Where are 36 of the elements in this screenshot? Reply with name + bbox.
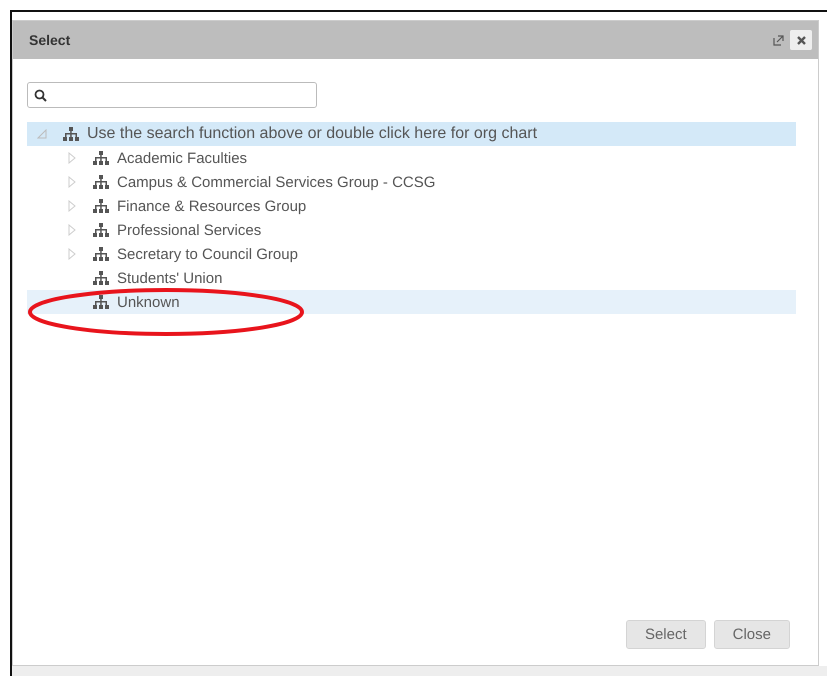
- tree-label: Use the search function above or double click here for org chart: [87, 125, 538, 143]
- tree-label: Campus & Commercial Services Group - CCSG: [117, 174, 436, 190]
- tree-label: Students' Union: [117, 270, 222, 286]
- tree-node[interactable]: Students' Union: [27, 266, 796, 290]
- tree-label: Finance & Resources Group: [117, 198, 306, 214]
- expand-icon[interactable]: [67, 200, 77, 212]
- org-chart-icon: [93, 223, 109, 237]
- select-button[interactable]: Select: [626, 620, 706, 649]
- close-button[interactable]: Close: [714, 620, 790, 649]
- tree-node[interactable]: Campus & Commercial Services Group - CCSG: [27, 170, 796, 194]
- tree-label: Academic Faculties: [117, 150, 248, 166]
- org-chart-icon: [93, 199, 109, 213]
- expand-icon[interactable]: [67, 248, 77, 260]
- tree-node[interactable]: Unknown: [27, 290, 796, 314]
- org-chart-icon: [63, 127, 79, 141]
- org-chart-icon: [93, 247, 109, 261]
- collapse-icon[interactable]: [37, 129, 47, 139]
- search-icon: [34, 88, 47, 102]
- expand-icon[interactable]: [67, 176, 77, 188]
- tree-node[interactable]: Professional Services: [27, 218, 796, 242]
- close-icon[interactable]: [790, 30, 812, 50]
- dialog-title: Select: [29, 32, 72, 48]
- expand-icon[interactable]: [67, 224, 77, 236]
- tree-node[interactable]: Finance & Resources Group: [27, 194, 796, 218]
- tree-node[interactable]: Academic Faculties: [27, 146, 796, 170]
- tree-label: Professional Services: [117, 222, 262, 238]
- org-chart-icon: [93, 271, 109, 285]
- tree-node[interactable]: Use the search function above or double click here for org chart: [27, 122, 796, 146]
- org-chart-icon: [93, 175, 109, 189]
- expand-icon[interactable]: [67, 152, 77, 164]
- tree-label: Unknown: [117, 294, 180, 310]
- org-chart-icon: [93, 151, 109, 165]
- tree-node[interactable]: Secretary to Council Group: [27, 242, 796, 266]
- org-chart-icon: [93, 295, 109, 309]
- search-field[interactable]: [27, 82, 317, 108]
- tree-label: Secretary to Council Group: [117, 246, 298, 262]
